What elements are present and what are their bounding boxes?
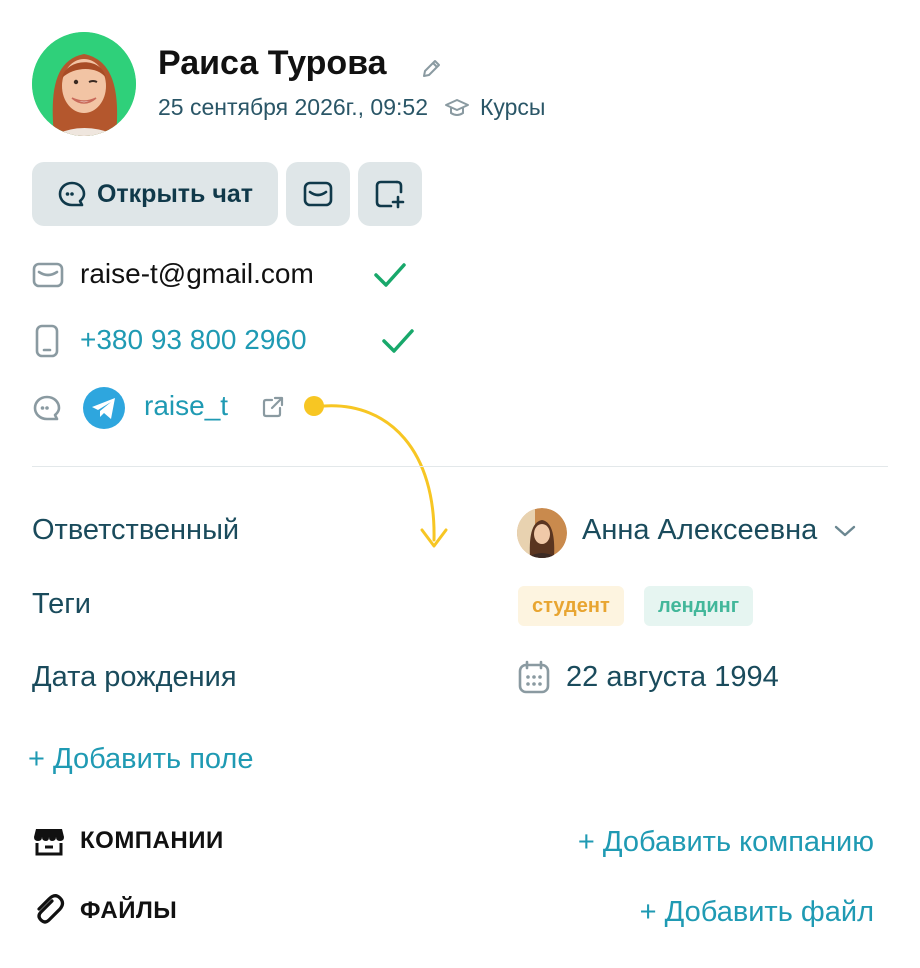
contact-datetime: 25 сентября 2026г., 09:52 bbox=[158, 94, 428, 120]
responsible-avatar bbox=[517, 508, 567, 558]
telegram-icon bbox=[82, 386, 126, 435]
add-task-button[interactable] bbox=[358, 162, 422, 226]
phone-value[interactable]: +380 93 800 2960 bbox=[80, 324, 307, 356]
open-chat-button[interactable]: Открыть чат bbox=[32, 162, 278, 226]
add-square-icon bbox=[373, 178, 407, 210]
responsible-label: Ответственный bbox=[32, 514, 240, 546]
email-value[interactable]: raise-t@gmail.com bbox=[80, 258, 314, 290]
store-icon bbox=[32, 825, 66, 862]
companies-heading: КОМПАНИИ bbox=[80, 827, 224, 854]
files-heading: ФАЙЛЫ bbox=[80, 897, 178, 924]
envelope-icon bbox=[32, 261, 64, 294]
responsible-value: Анна Алексеевна bbox=[582, 514, 818, 546]
verified-check-icon bbox=[380, 326, 416, 361]
add-field-link[interactable]: + Добавить поле bbox=[28, 743, 253, 776]
annotation-arrow bbox=[300, 392, 460, 567]
responsible-select[interactable]: Анна Алексеевна bbox=[582, 514, 857, 547]
add-file-link[interactable]: + Добавить файл bbox=[640, 896, 874, 929]
contact-name: Раиса Турова bbox=[158, 44, 387, 82]
contact-meta: 25 сентября 2026г., 09:52 Курсы bbox=[158, 94, 545, 121]
birthday-value[interactable]: 22 августа 1994 bbox=[566, 661, 779, 694]
chat-icon bbox=[57, 179, 87, 209]
telegram-username[interactable]: raise_t bbox=[144, 390, 228, 422]
tag-student[interactable]: студент bbox=[518, 586, 624, 626]
chevron-down-icon bbox=[833, 523, 857, 539]
verified-check-icon bbox=[372, 260, 408, 295]
tags-label: Теги bbox=[32, 588, 91, 620]
external-link-icon[interactable] bbox=[260, 394, 286, 425]
send-email-button[interactable] bbox=[286, 162, 350, 226]
phone-icon bbox=[34, 324, 60, 363]
contact-source: Курсы bbox=[479, 94, 546, 120]
chat-bubble-icon bbox=[32, 393, 62, 428]
birthday-label: Дата рождения bbox=[32, 661, 237, 693]
paperclip-icon bbox=[32, 893, 66, 932]
divider bbox=[32, 466, 888, 467]
avatar bbox=[32, 32, 136, 136]
mail-icon bbox=[302, 180, 334, 208]
add-company-link[interactable]: + Добавить компанию bbox=[578, 826, 874, 859]
open-chat-label: Открыть чат bbox=[96, 179, 254, 208]
calendar-icon bbox=[518, 660, 550, 699]
tag-landing[interactable]: лендинг bbox=[644, 586, 754, 626]
edit-icon[interactable] bbox=[420, 56, 444, 80]
graduation-cap-icon bbox=[444, 97, 470, 119]
